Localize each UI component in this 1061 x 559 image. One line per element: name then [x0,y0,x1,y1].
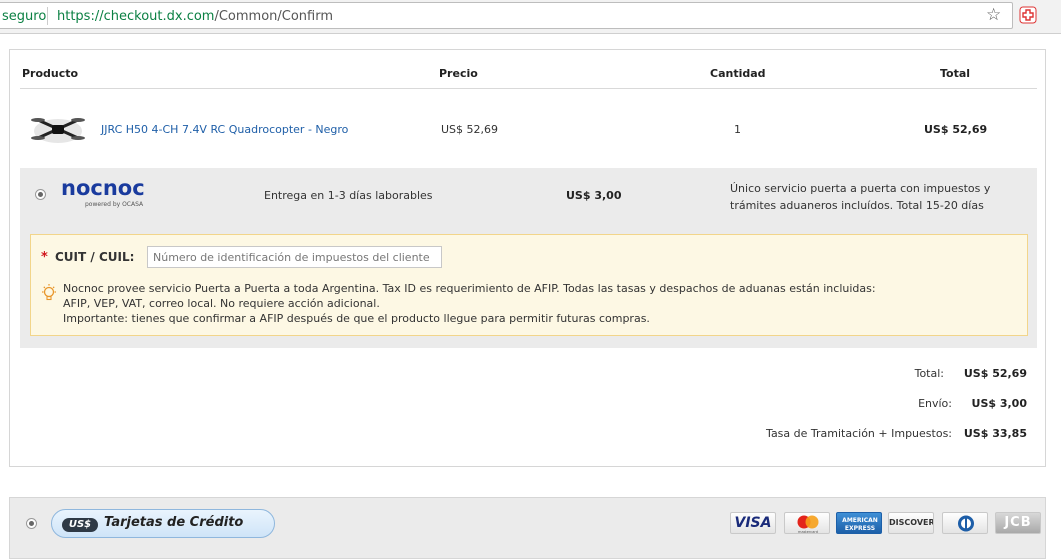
nocnoc-logo: nocnoc powered by OCASA [61,176,161,211]
total-label: Total: [914,367,944,380]
visa-card-icon: VISA [730,512,776,534]
cuit-notice-line: AFIP, VEP, VAT, correo local. No requier… [63,297,380,310]
address-bar[interactable]: seguro https://checkout.dx.com/Common/Co… [0,2,1013,29]
amex-card-icon: AMERICAN EXPRESS [836,512,882,534]
nocnoc-logo-powered: powered by OCASA [85,201,144,208]
discover-card-icon: DISCOVER [888,512,934,534]
shipping-radio[interactable] [35,189,46,200]
amex-logo-icon: AMERICAN EXPRESS [842,517,878,532]
mastercard-card-icon: mastercard [784,512,830,534]
total-value: US$ 52,69 [963,367,1027,380]
order-panel: Producto Precio Cantidad Total JJRC H50 … [9,49,1046,467]
secure-label: seguro [2,9,47,24]
header-total: Total [940,67,971,80]
browser-toolbar: seguro https://checkout.dx.com/Common/Co… [0,0,1061,34]
payment-option: US$ Tarjetas de Crédito VISA mastercard … [9,497,1046,559]
diners-logo-icon [958,515,974,532]
extension-icon[interactable] [1019,6,1037,24]
cuit-notice: Nocnoc provee servicio Puerta a Puerta a… [63,281,1013,326]
url-separator [47,7,48,25]
diners-card-icon [942,512,988,534]
header-price: Precio [439,67,478,80]
mastercard-logo-icon: mastercard [797,515,819,534]
discover-text: DISCOVER [889,518,934,527]
currency-badge: US$ [62,518,98,532]
shipping-option: nocnoc powered by OCASA Entrega en 1-3 d… [20,168,1037,348]
cuit-input[interactable] [147,246,442,268]
cuit-notice-line: Importante: tienes que confirmar a AFIP … [63,312,650,325]
credit-card-button[interactable]: US$ Tarjetas de Crédito [51,509,275,538]
payment-radio[interactable] [26,518,37,529]
shipping-delivery-time: Entrega en 1-3 días laborables [264,189,433,202]
shipping-total-value: US$ 3,00 [971,397,1027,410]
cuit-section: * CUIT / CUIL: Nocnoc provee servicio Pu… [30,234,1028,336]
required-mark: * [41,250,48,265]
product-quantity: 1 [734,123,741,136]
tax-value: US$ 33,85 [963,427,1027,440]
tax-label: Tasa de Tramitación + Impuestos: [766,427,952,440]
payment-title: Tarjetas de Crédito [104,515,244,530]
product-thumbnail[interactable] [30,108,86,148]
svg-text:AMERICAN: AMERICAN [842,517,878,524]
product-price: US$ 52,69 [441,123,499,136]
visa-text: VISA [734,515,772,531]
url-path: /Common/Confirm [214,9,334,24]
url-text[interactable]: https://checkout.dx.com/Common/Confirm [57,9,333,24]
bookmark-star-icon[interactable]: ☆ [986,5,1001,25]
cuit-notice-line: Nocnoc provee servicio Puerta a Puerta a… [63,282,876,295]
product-name-link[interactable]: JJRC H50 4-CH 7.4V RC Quadrocopter - Neg… [101,123,348,136]
lightbulb-icon [42,284,56,301]
svg-text:mastercard: mastercard [798,530,818,534]
shipping-total-label: Envío: [918,397,952,410]
cuit-label: CUIT / CUIL: [55,250,135,264]
nocnoc-logo-text: nocnoc [61,176,145,200]
shipping-description: Único servicio puerta a puerta con impue… [730,182,991,212]
header-product: Producto [22,67,79,80]
jcb-card-icon: JCB [995,512,1041,534]
table-header: Producto Precio Cantidad Total [20,60,1037,89]
product-total: US$ 52,69 [924,123,988,136]
jcb-text: JCB [1004,515,1032,530]
table-row: JJRC H50 4-CH 7.4V RC Quadrocopter - Neg… [20,90,1037,168]
header-quantity: Cantidad [710,67,766,80]
url-host: https://checkout.dx.com [57,9,215,24]
shipping-price: US$ 3,00 [566,189,622,202]
svg-text:EXPRESS: EXPRESS [845,525,875,532]
